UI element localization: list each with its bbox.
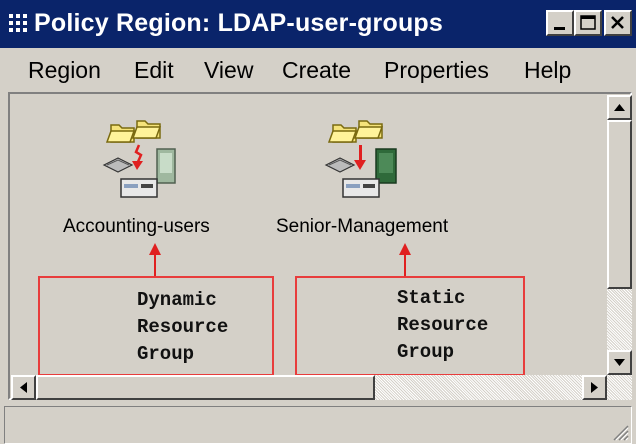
- maximize-button[interactable]: [574, 10, 602, 36]
- menu-help[interactable]: Help: [524, 56, 571, 84]
- arrow-up-icon: [614, 104, 625, 111]
- vertical-scrollbar[interactable]: [607, 95, 632, 375]
- horizontal-scrollbar[interactable]: [11, 375, 607, 400]
- scroll-down-button[interactable]: [607, 350, 632, 375]
- vertical-scroll-thumb[interactable]: [607, 120, 632, 289]
- scroll-up-button[interactable]: [607, 95, 632, 120]
- scroll-right-button[interactable]: [582, 375, 607, 400]
- callout-text-dynamic: Dynamic Resource Group: [137, 289, 229, 365]
- callout-arrow-dynamic: [149, 243, 161, 277]
- close-icon: [611, 16, 624, 29]
- policy-region-window: Policy Region: LDAP-user-groups Region E…: [0, 0, 636, 444]
- menu-create[interactable]: Create: [282, 56, 351, 84]
- close-button[interactable]: [604, 10, 632, 36]
- menu-region[interactable]: Region: [28, 56, 101, 84]
- maximize-icon: [580, 15, 596, 30]
- menu-properties[interactable]: Properties: [384, 56, 489, 84]
- resource-canvas[interactable]: Accounting-users Senior-Management Dynam…: [11, 95, 607, 375]
- menu-view[interactable]: View: [204, 56, 253, 84]
- callout-text-static: Static Resource Group: [397, 287, 489, 363]
- scrollbar-corner: [607, 375, 632, 400]
- horizontal-scroll-thumb[interactable]: [36, 375, 375, 400]
- static-resource-group-icon[interactable]: [321, 117, 411, 212]
- scroll-left-button[interactable]: [11, 375, 36, 400]
- menu-bar: Region Edit View Create Properties Help: [0, 48, 636, 90]
- resize-grip-icon[interactable]: [609, 421, 629, 441]
- window-title: Policy Region: LDAP-user-groups: [34, 9, 444, 37]
- resource-label-accounting-users[interactable]: Accounting-users: [63, 215, 210, 239]
- arrow-left-icon: [20, 382, 27, 393]
- vertical-scroll-track[interactable]: [607, 289, 632, 350]
- minimize-button[interactable]: [546, 10, 574, 36]
- title-bar[interactable]: Policy Region: LDAP-user-groups: [0, 0, 636, 48]
- dynamic-resource-group-icon[interactable]: [99, 117, 189, 212]
- callout-arrow-static: [399, 243, 411, 277]
- resource-label-senior-management[interactable]: Senior-Management: [276, 215, 448, 239]
- horizontal-scroll-track[interactable]: [375, 375, 582, 400]
- arrow-down-icon: [614, 359, 625, 366]
- minimize-icon: [554, 27, 565, 30]
- menu-edit[interactable]: Edit: [134, 56, 174, 84]
- tivoli-app-icon[interactable]: [6, 11, 30, 35]
- status-bar: [4, 406, 632, 444]
- arrow-right-icon: [591, 382, 598, 393]
